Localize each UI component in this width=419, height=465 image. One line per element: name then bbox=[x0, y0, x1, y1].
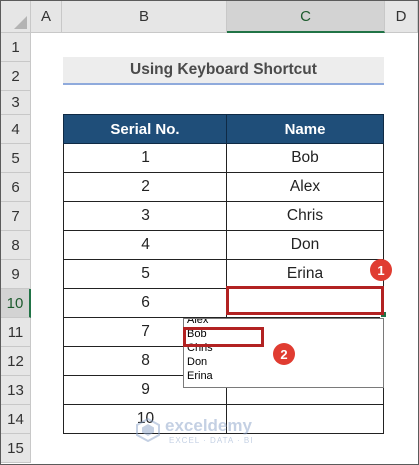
row-header-5[interactable]: 5 bbox=[1, 144, 31, 173]
row-header-2[interactable]: 2 bbox=[1, 62, 31, 91]
row-header-3[interactable]: 3 bbox=[1, 91, 31, 115]
dropdown-option-erina[interactable]: Erina bbox=[184, 369, 383, 383]
cell-name[interactable]: Erina bbox=[226, 260, 384, 289]
row-header-10[interactable]: 10 bbox=[1, 289, 31, 318]
step-badge-1: 1 bbox=[370, 259, 392, 281]
cell-serial[interactable]: 4 bbox=[63, 231, 227, 260]
row-header-11[interactable]: 11 bbox=[1, 318, 31, 347]
select-all-triangle-icon bbox=[14, 16, 27, 29]
row-header-14[interactable]: 14 bbox=[1, 405, 31, 434]
row-header-13[interactable]: 13 bbox=[1, 376, 31, 405]
highlight-box-bob bbox=[183, 327, 264, 347]
column-header-d[interactable]: D bbox=[385, 1, 418, 33]
table-header-serial[interactable]: Serial No. bbox=[63, 114, 227, 144]
row-header-9[interactable]: 9 bbox=[1, 260, 31, 289]
cell-name[interactable]: Chris bbox=[226, 202, 384, 231]
step-badge-2: 2 bbox=[273, 343, 295, 365]
highlight-box-active-cell bbox=[226, 286, 384, 315]
exceldemy-watermark: exceldemy EXCEL · DATA · BI bbox=[135, 416, 285, 446]
table-header-name[interactable]: Name bbox=[226, 114, 384, 144]
watermark-name: exceldemy bbox=[165, 416, 252, 435]
row-header-15[interactable]: 15 bbox=[1, 434, 31, 463]
column-header-b[interactable]: B bbox=[62, 1, 227, 33]
column-header-c[interactable]: C bbox=[227, 1, 385, 33]
row-header-8[interactable]: 8 bbox=[1, 231, 31, 260]
cell-serial[interactable]: 5 bbox=[63, 260, 227, 289]
cell-serial[interactable]: 1 bbox=[63, 144, 227, 173]
exceldemy-logo-icon bbox=[136, 418, 160, 442]
row-header-1[interactable]: 1 bbox=[1, 33, 31, 62]
cell-serial[interactable]: 6 bbox=[63, 289, 227, 318]
cell-name[interactable]: Don bbox=[226, 231, 384, 260]
sheet-title: Using Keyboard Shortcut bbox=[63, 57, 384, 85]
cell-name[interactable]: Alex bbox=[226, 173, 384, 202]
cell-serial[interactable]: 3 bbox=[63, 202, 227, 231]
dropdown-option-alex[interactable]: Alex bbox=[184, 319, 383, 327]
row-header-4[interactable]: 4 bbox=[1, 115, 31, 144]
column-header-a[interactable]: A bbox=[31, 1, 62, 33]
cell-serial[interactable]: 2 bbox=[63, 173, 227, 202]
watermark-tagline: EXCEL · DATA · BI bbox=[169, 436, 254, 445]
row-header-6[interactable]: 6 bbox=[1, 173, 31, 202]
select-all-button[interactable] bbox=[1, 1, 31, 33]
cell-name[interactable]: Bob bbox=[226, 144, 384, 173]
row-header-7[interactable]: 7 bbox=[1, 202, 31, 231]
row-header-12[interactable]: 12 bbox=[1, 347, 31, 376]
